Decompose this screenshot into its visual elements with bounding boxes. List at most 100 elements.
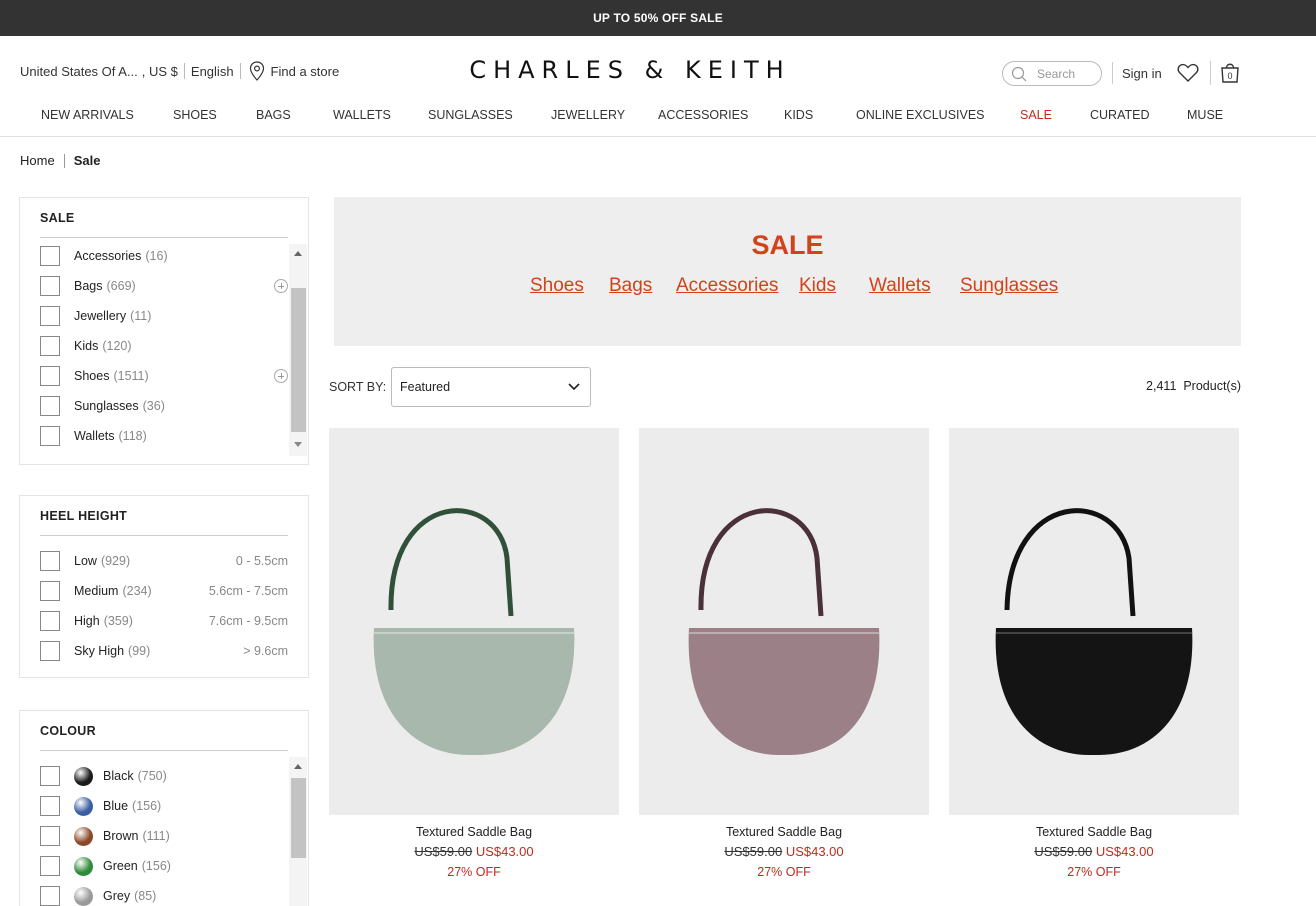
- discount-label: 27% OFF: [447, 865, 501, 879]
- nav-jewellery[interactable]: JEWELLERY: [551, 108, 625, 122]
- scroll-thumb[interactable]: [291, 288, 306, 432]
- product-card[interactable]: Textured Saddle Bag US$59.00 US$43.00 27…: [639, 428, 929, 879]
- scrollbar[interactable]: [289, 244, 307, 456]
- main-nav: NEW ARRIVALS SHOES BAGS WALLETS SUNGLASS…: [0, 108, 1316, 128]
- filter-count: (120): [102, 339, 132, 353]
- checkbox[interactable]: [40, 611, 60, 631]
- filter-option[interactable]: Wallets (118): [40, 425, 288, 447]
- banner-link-shoes[interactable]: Shoes: [530, 275, 584, 297]
- scroll-thumb[interactable]: [291, 778, 306, 858]
- banner-link-accessories[interactable]: Accessories: [676, 275, 778, 297]
- location-pin-icon[interactable]: [249, 61, 265, 81]
- nav-bags[interactable]: BAGS: [256, 108, 291, 122]
- banner-link-bags[interactable]: Bags: [609, 275, 652, 297]
- filter-option[interactable]: Bags (669): [40, 275, 288, 297]
- nav-curated[interactable]: CURATED: [1090, 108, 1150, 122]
- checkbox[interactable]: [40, 551, 60, 571]
- currency-label[interactable]: , US $: [142, 64, 178, 79]
- filter-option[interactable]: Sunglasses (36): [40, 395, 288, 417]
- nav-online-exclusives[interactable]: ONLINE EXCLUSIVES: [856, 108, 985, 122]
- product-image[interactable]: [949, 428, 1239, 815]
- checkbox[interactable]: [40, 336, 60, 356]
- filter-option[interactable]: Sky High (99) > 9.6cm: [40, 640, 288, 662]
- breadcrumb-home[interactable]: Home: [20, 153, 55, 168]
- filter-option[interactable]: Accessories (16): [40, 245, 288, 267]
- sale-price: US$43.00: [475, 844, 534, 859]
- filter-option[interactable]: Kids (120): [40, 335, 288, 357]
- filter-count: (156): [141, 859, 171, 873]
- checkbox[interactable]: [40, 396, 60, 416]
- filter-count: (669): [106, 279, 136, 293]
- find-store-link[interactable]: Find a store: [271, 64, 340, 79]
- product-card[interactable]: Textured Saddle Bag US$59.00 US$43.00 27…: [949, 428, 1239, 879]
- checkbox[interactable]: [40, 306, 60, 326]
- filter-option[interactable]: Shoes (1511): [40, 365, 288, 387]
- sort-label: SORT BY:: [329, 380, 387, 394]
- product-name[interactable]: Textured Saddle Bag: [639, 825, 929, 839]
- shopping-bag-button[interactable]: 0: [1210, 61, 1241, 85]
- discount-label: 27% OFF: [757, 865, 811, 879]
- filter-option[interactable]: Medium (234) 5.6cm - 7.5cm: [40, 580, 288, 602]
- filter-option[interactable]: Brown (111): [40, 825, 288, 847]
- checkbox[interactable]: [40, 426, 60, 446]
- banner-link-kids[interactable]: Kids: [799, 275, 836, 297]
- filter-option[interactable]: Green (156): [40, 855, 288, 877]
- checkbox[interactable]: [40, 796, 60, 816]
- language-selector[interactable]: English: [191, 64, 234, 79]
- filter-count: (118): [118, 429, 147, 443]
- expand-plus-icon[interactable]: [274, 279, 288, 293]
- checkbox[interactable]: [40, 641, 60, 661]
- checkbox[interactable]: [40, 826, 60, 846]
- utility-bar: United States Of A... , US $ English Fin…: [20, 61, 339, 81]
- filter-count: (16): [145, 249, 168, 263]
- nav-kids[interactable]: KIDS: [784, 108, 813, 122]
- nav-new-arrivals[interactable]: NEW ARRIVALS: [41, 108, 134, 122]
- expand-plus-icon[interactable]: [274, 369, 288, 383]
- filter-option[interactable]: Blue (156): [40, 795, 288, 817]
- nav-accessories[interactable]: ACCESSORIES: [658, 108, 748, 122]
- banner-link-sunglasses[interactable]: Sunglasses: [960, 275, 1058, 297]
- checkbox[interactable]: [40, 856, 60, 876]
- checkbox[interactable]: [40, 366, 60, 386]
- nav-sunglasses[interactable]: SUNGLASSES: [428, 108, 513, 122]
- checkbox[interactable]: [40, 886, 60, 906]
- nav-muse[interactable]: MUSE: [1187, 108, 1223, 122]
- brand-logo[interactable]: CHARLES & KEITH: [440, 56, 820, 84]
- promo-banner[interactable]: UP TO 50% OFF SALE: [0, 0, 1316, 36]
- promo-text[interactable]: UP TO 50% OFF SALE: [593, 11, 723, 25]
- saddle-bag-image: [995, 508, 1193, 755]
- checkbox[interactable]: [40, 246, 60, 266]
- nav-wallets[interactable]: WALLETS: [333, 108, 391, 122]
- filter-option[interactable]: High (359) 7.6cm - 9.5cm: [40, 610, 288, 632]
- checkbox[interactable]: [40, 276, 60, 296]
- filter-panel-sale: SALE Accessories (16) Bags (669) Jewelle…: [19, 197, 309, 465]
- sign-in-link[interactable]: Sign in: [1112, 62, 1162, 84]
- scrollbar[interactable]: [289, 757, 307, 906]
- heart-icon[interactable]: [1177, 63, 1199, 83]
- scroll-up-arrow-icon[interactable]: [294, 764, 302, 769]
- region-selector[interactable]: United States Of A...: [20, 64, 138, 79]
- scroll-down-arrow-icon[interactable]: [294, 442, 302, 447]
- product-name[interactable]: Textured Saddle Bag: [329, 825, 619, 839]
- checkbox[interactable]: [40, 581, 60, 601]
- checkbox[interactable]: [40, 766, 60, 786]
- nav-shoes[interactable]: SHOES: [173, 108, 217, 122]
- filter-option[interactable]: Grey (85): [40, 885, 288, 906]
- filter-option[interactable]: Jewellery (11): [40, 305, 288, 327]
- nav-sale[interactable]: SALE: [1020, 108, 1052, 122]
- filter-option[interactable]: Black (750): [40, 765, 288, 787]
- product-image[interactable]: [639, 428, 929, 815]
- sort-dropdown[interactable]: Featured: [391, 367, 591, 407]
- filter-option[interactable]: Low (929) 0 - 5.5cm: [40, 550, 288, 572]
- product-name[interactable]: Textured Saddle Bag: [949, 825, 1239, 839]
- filter-label: Shoes: [74, 369, 110, 383]
- banner-link-wallets[interactable]: Wallets: [869, 275, 931, 297]
- divider: [183, 63, 185, 79]
- scroll-up-arrow-icon[interactable]: [294, 251, 302, 256]
- chevron-down-icon: [568, 383, 580, 391]
- product-image[interactable]: [329, 428, 619, 815]
- product-card[interactable]: Textured Saddle Bag US$59.00 US$43.00 27…: [329, 428, 619, 879]
- shopping-bag-icon[interactable]: 0: [1219, 61, 1241, 83]
- search-input[interactable]: Search: [1002, 61, 1102, 86]
- sign-in-label[interactable]: Sign in: [1122, 66, 1162, 81]
